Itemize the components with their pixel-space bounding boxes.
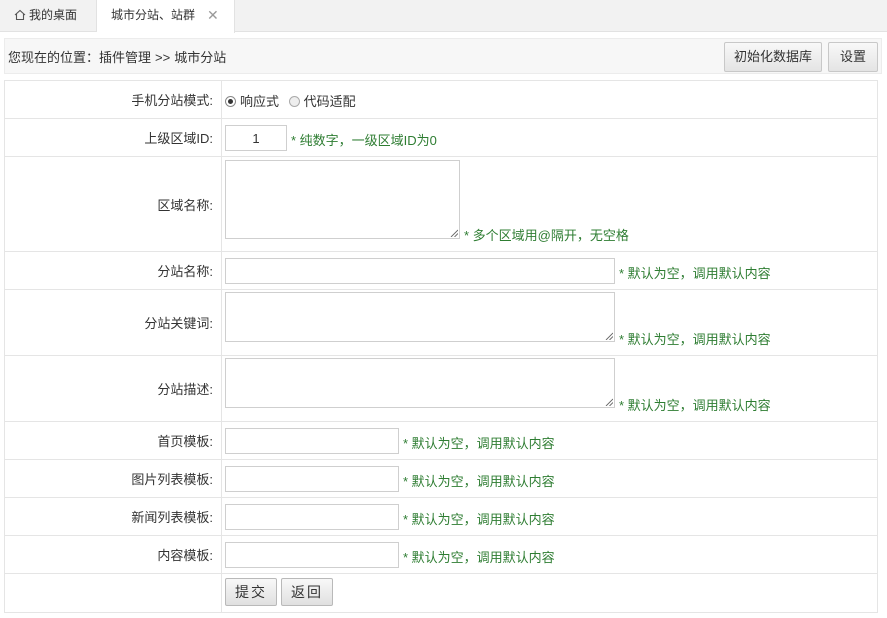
content-template-hint: * 默认为空，调用默认内容 bbox=[403, 550, 555, 565]
pic-list-template-label: 图片列表模板: bbox=[5, 460, 222, 497]
area-name-label: 区域名称: bbox=[5, 157, 222, 251]
row-pic-list-template: 图片列表模板: * 默认为空，调用默认内容 bbox=[5, 460, 877, 498]
radio-responsive-label[interactable]: 响应式 bbox=[240, 94, 279, 109]
site-keywords-hint: * 默认为空，调用默认内容 bbox=[619, 332, 771, 347]
tab-home-label: 我的桌面 bbox=[29, 8, 78, 22]
content-template-input[interactable] bbox=[225, 542, 399, 568]
news-list-template-hint: * 默认为空，调用默认内容 bbox=[403, 512, 555, 527]
tab-home[interactable]: 我的桌面 bbox=[0, 0, 97, 32]
init-database-button[interactable]: 初始化数据库 bbox=[724, 42, 822, 72]
home-template-hint: * 默认为空，调用默认内容 bbox=[403, 436, 555, 451]
site-desc-label: 分站描述: bbox=[5, 356, 222, 421]
home-icon bbox=[14, 2, 26, 33]
substation-form: 手机分站模式: 响应式 代码适配 上级区域ID: * 纯数字，一级区域ID为0 … bbox=[4, 80, 878, 613]
tab-city-substation[interactable]: 城市分站、站群 ✕ bbox=[97, 0, 235, 33]
row-site-desc: 分站描述: * 默认为空，调用默认内容 bbox=[5, 356, 877, 422]
site-name-label: 分站名称: bbox=[5, 252, 222, 289]
site-name-hint: * 默认为空，调用默认内容 bbox=[619, 266, 771, 281]
close-icon[interactable]: ✕ bbox=[207, 0, 219, 31]
radio-code-adapt-label[interactable]: 代码适配 bbox=[304, 94, 356, 109]
settings-button[interactable]: 设置 bbox=[828, 42, 878, 72]
row-parent-area: 上级区域ID: * 纯数字，一级区域ID为0 bbox=[5, 119, 877, 157]
row-area-name: 区域名称: * 多个区域用@隔开，无空格 bbox=[5, 157, 877, 252]
breadcrumb-current: 城市分站 bbox=[174, 50, 227, 65]
radio-responsive[interactable] bbox=[225, 96, 236, 107]
row-site-keywords: 分站关键词: * 默认为空，调用默认内容 bbox=[5, 290, 877, 356]
parent-area-label: 上级区域ID: bbox=[5, 119, 222, 156]
site-keywords-label: 分站关键词: bbox=[5, 290, 222, 355]
breadcrumb: 您现在的位置：插件管理 >> 城市分站 bbox=[8, 47, 226, 66]
tab-bar: 我的桌面 城市分站、站群 ✕ bbox=[0, 0, 887, 33]
row-actions: 提交 返回 bbox=[5, 574, 877, 612]
breadcrumb-separator: >> bbox=[155, 50, 171, 65]
actions-label-cell bbox=[5, 574, 222, 612]
home-template-label: 首页模板: bbox=[5, 422, 222, 459]
resize-grip-icon[interactable] bbox=[450, 229, 458, 237]
row-home-template: 首页模板: * 默认为空，调用默认内容 bbox=[5, 422, 877, 460]
site-name-input[interactable] bbox=[225, 258, 615, 284]
pic-list-template-input[interactable] bbox=[225, 466, 399, 492]
tab-city-substation-label: 城市分站、站群 bbox=[111, 8, 196, 22]
site-desc-textarea[interactable] bbox=[225, 358, 615, 408]
row-news-list-template: 新闻列表模板: * 默认为空，调用默认内容 bbox=[5, 498, 877, 536]
parent-area-hint: * 纯数字，一级区域ID为0 bbox=[291, 133, 437, 148]
area-name-hint: * 多个区域用@隔开，无空格 bbox=[464, 228, 629, 243]
submit-button[interactable]: 提交 bbox=[225, 578, 277, 606]
pic-list-template-hint: * 默认为空，调用默认内容 bbox=[403, 474, 555, 489]
site-desc-hint: * 默认为空，调用默认内容 bbox=[619, 398, 771, 413]
row-mobile-mode: 手机分站模式: 响应式 代码适配 bbox=[5, 81, 877, 119]
mobile-mode-radios: 响应式 代码适配 bbox=[225, 91, 356, 110]
radio-code-adapt[interactable] bbox=[288, 96, 300, 107]
breadcrumb-plugin-manage: 插件管理 bbox=[99, 50, 152, 65]
breadcrumb-bar: 您现在的位置：插件管理 >> 城市分站 初始化数据库 设置 bbox=[4, 38, 882, 74]
mobile-mode-label: 手机分站模式: bbox=[5, 81, 222, 118]
news-list-template-input[interactable] bbox=[225, 504, 399, 530]
breadcrumb-prefix: 您现在的位置： bbox=[8, 50, 100, 65]
row-site-name: 分站名称: * 默认为空，调用默认内容 bbox=[5, 252, 877, 290]
area-name-textarea[interactable] bbox=[225, 160, 460, 239]
back-button[interactable]: 返回 bbox=[281, 578, 333, 606]
row-content-template: 内容模板: * 默认为空，调用默认内容 bbox=[5, 536, 877, 574]
resize-grip-icon[interactable] bbox=[605, 398, 613, 406]
parent-area-input[interactable] bbox=[225, 125, 287, 151]
news-list-template-label: 新闻列表模板: bbox=[5, 498, 222, 535]
resize-grip-icon[interactable] bbox=[605, 332, 613, 340]
home-template-input[interactable] bbox=[225, 428, 399, 454]
content-template-label: 内容模板: bbox=[5, 536, 222, 573]
site-keywords-textarea[interactable] bbox=[225, 292, 615, 342]
